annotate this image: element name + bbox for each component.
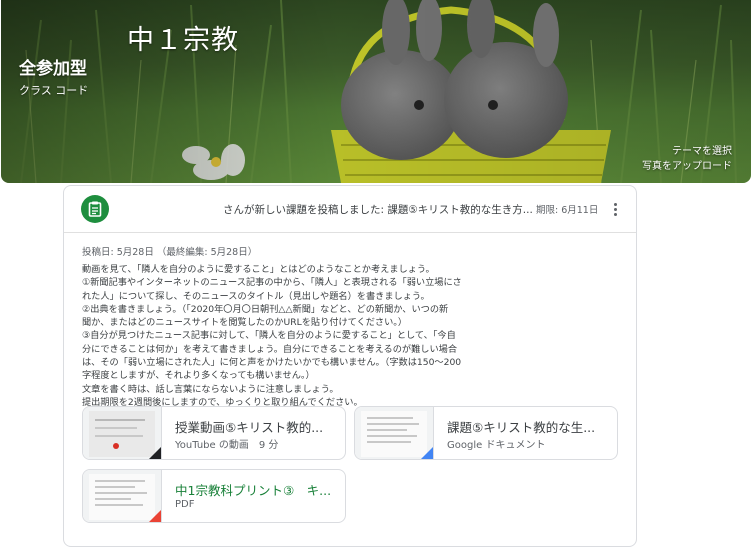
attachment-title[interactable]: 授業動画⑤キリスト教的... bbox=[175, 417, 335, 436]
attachment-pdf[interactable]: 中1宗教科プリント③ キ... PDF bbox=[82, 469, 346, 523]
course-section: 全参加型 bbox=[19, 59, 87, 79]
attachment-video[interactable]: 授業動画⑤キリスト教的... YouTube の動画 9 分 bbox=[82, 406, 346, 460]
video-thumbnail bbox=[83, 407, 162, 459]
course-title: 中１宗教 bbox=[127, 25, 239, 56]
due-date: 期限: 6月11日 bbox=[536, 205, 599, 216]
post-header[interactable]: さんが新しい課題を投稿しました: 課題⑤キリスト教的な生き方... 期限: 6月… bbox=[64, 186, 636, 233]
upload-photo-link[interactable]: 写真をアップロード bbox=[642, 157, 732, 172]
class-banner: 中１宗教 全参加型 クラス コード テーマを選択 写真をアップロード bbox=[1, 0, 751, 183]
attachment-type: YouTube の動画 9 分 bbox=[175, 440, 279, 451]
pdf-thumbnail bbox=[83, 470, 162, 522]
more-vert-icon[interactable] bbox=[607, 200, 623, 218]
attachment-type: PDF bbox=[175, 499, 195, 510]
banner-shade bbox=[1, 0, 751, 183]
doc-thumbnail bbox=[355, 407, 434, 459]
select-theme-link[interactable]: テーマを選択 bbox=[672, 142, 732, 157]
assignment-description: 動画を見て、「隣人を自分のように愛すること」とはどのようなことか考えましょう。 … bbox=[82, 264, 462, 408]
attachment-type: Google ドキュメント bbox=[447, 440, 546, 451]
attachment-title[interactable]: 中1宗教科プリント③ キ... bbox=[175, 480, 335, 499]
assignment-post-card: さんが新しい課題を投稿しました: 課題⑤キリスト教的な生き方... 期限: 6月… bbox=[63, 185, 637, 547]
attachment-title[interactable]: 課題⑤キリスト教的な生... bbox=[447, 417, 607, 436]
posted-date: 投稿日: 5月28日 （最終編集: 5月28日） bbox=[82, 247, 258, 258]
class-code-label[interactable]: クラス コード bbox=[19, 82, 88, 98]
post-header-title[interactable]: さんが新しい課題を投稿しました: 課題⑤キリスト教的な生き方... bbox=[223, 202, 535, 217]
assignment-icon bbox=[81, 195, 109, 223]
attachment-google-doc[interactable]: 課題⑤キリスト教的な生... Google ドキュメント bbox=[354, 406, 618, 460]
